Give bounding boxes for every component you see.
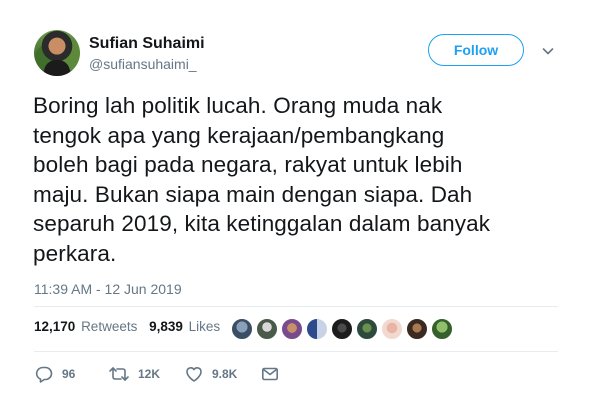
tweet-text-line: maju. Bukan siapa main dengan siapa. Dah	[33, 181, 473, 207]
like-icon	[186, 367, 202, 382]
likes-stat[interactable]: 9,839 Likes	[149, 319, 220, 334]
likes-label: Likes	[188, 319, 221, 334]
user-handle[interactable]: @sufiansuhaimi_	[89, 56, 197, 72]
tweet-stats: 12,170 Retweets 9,839 Likes	[34, 319, 220, 334]
tweet-text-line: Boring lah politik lucah. Orang muda nak	[33, 93, 443, 118]
reply-count: 96	[62, 367, 76, 381]
tweet-card: Sufian Suhaimi @sufiansuhaimi_ Follow Bo…	[0, 0, 590, 410]
message-button[interactable]	[260, 364, 280, 384]
like-button[interactable]: 9.8K	[184, 364, 237, 384]
retweet-count: 12K	[138, 367, 161, 381]
liker-avatar[interactable]	[281, 318, 303, 340]
retweets-stat[interactable]: 12,170 Retweets	[34, 319, 137, 334]
divider	[34, 351, 558, 352]
tweet-text-line: tengok apa yang kerajaan/pembangkang	[33, 122, 445, 148]
divider	[34, 306, 558, 307]
retweet-icon	[109, 367, 129, 381]
liker-avatar[interactable]	[256, 318, 278, 340]
liker-avatar[interactable]	[306, 318, 328, 340]
liker-avatar[interactable]	[406, 318, 428, 340]
retweets-label: Retweets	[81, 319, 138, 334]
message-icon	[261, 367, 278, 381]
tweet-text-line: perkara.	[33, 240, 117, 266]
reply-icon	[35, 366, 53, 383]
tweet-text-line: boleh bagi pada negara, rakyat untuk leb…	[33, 152, 463, 177]
follow-button[interactable]: Follow	[428, 34, 524, 66]
like-count: 9.8K	[212, 367, 238, 381]
timestamp[interactable]: 11:39 AM - 12 Jun 2019	[34, 281, 182, 297]
retweet-button[interactable]: 12K	[108, 364, 160, 384]
retweets-count: 12,170	[34, 319, 76, 334]
liker-avatar[interactable]	[381, 318, 403, 340]
liker-avatar[interactable]	[231, 318, 253, 340]
avatar[interactable]	[34, 30, 80, 76]
liker-avatar[interactable]	[331, 318, 353, 340]
likes-count: 9,839	[149, 319, 183, 334]
user-name[interactable]: Sufian Suhaimi	[89, 35, 205, 53]
tweet-text-line: separuh 2019, kita ketinggalan dalam ban…	[33, 211, 491, 236]
liker-avatar[interactable]	[356, 318, 378, 340]
liker-avatar[interactable]	[431, 318, 453, 340]
caret-down-icon[interactable]	[541, 44, 555, 58]
reply-button[interactable]: 96	[34, 364, 75, 384]
tweet-text: Boring lah politik lucah. Orang muda nak…	[33, 91, 563, 268]
